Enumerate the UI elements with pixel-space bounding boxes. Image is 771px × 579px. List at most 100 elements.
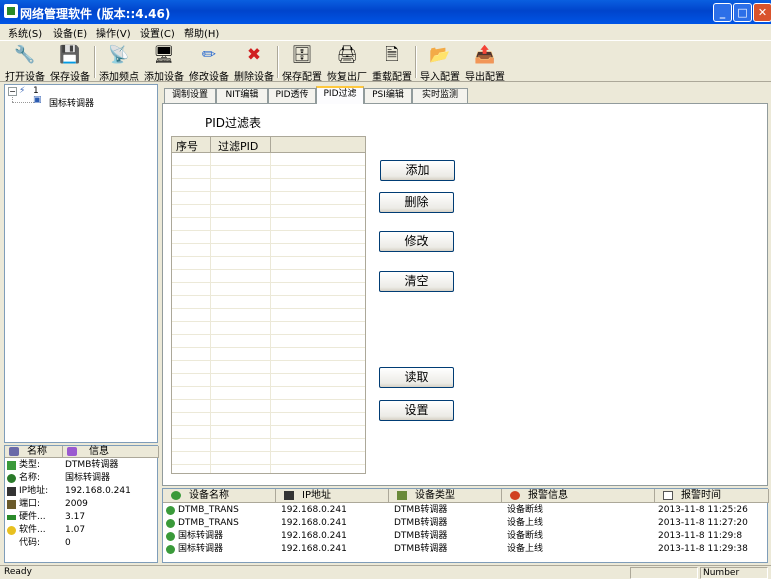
tab-psi-edit[interactable]: PSI编辑 — [364, 88, 412, 103]
pid-table-row[interactable] — [172, 257, 365, 270]
import-config-button[interactable]: 📂 导入配置 — [418, 43, 462, 83]
alarm-row[interactable]: DTMB_TRANS 192.168.0.241 DTMB转调器 设备断线 20… — [163, 504, 769, 517]
grid-divider — [270, 166, 271, 179]
alarm-time: 2013-11-8 11:29:38 — [658, 544, 748, 554]
alarm-row[interactable]: DTMB_TRANS 192.168.0.241 DTMB转调器 设备上线 20… — [163, 517, 769, 530]
props-header-info[interactable]: 信息 — [63, 446, 159, 458]
pid-table-row[interactable] — [172, 400, 365, 413]
pid-table-row[interactable] — [172, 296, 365, 309]
collapse-toggle-icon[interactable]: − — [8, 87, 17, 96]
pid-table-row[interactable] — [172, 153, 365, 166]
add-button[interactable]: 添加 — [380, 160, 455, 181]
clear-button[interactable]: 清空 — [379, 271, 454, 292]
read-button[interactable]: 读取 — [379, 367, 454, 388]
pid-table-row[interactable] — [172, 465, 365, 473]
pid-table-row[interactable] — [172, 426, 365, 439]
pid-table-row[interactable] — [172, 192, 365, 205]
pid-table-row[interactable] — [172, 387, 365, 400]
save-config-button[interactable]: 🗄 保存配置 — [280, 43, 324, 83]
grid-divider — [210, 166, 211, 179]
add-frequency-button[interactable]: 📡 添加频点 — [97, 43, 141, 83]
tab-modulation[interactable]: 调制设置 — [164, 88, 216, 103]
pid-table-row[interactable] — [172, 439, 365, 452]
reload-config-button[interactable]: 🗎 重载配置 — [370, 43, 414, 83]
pid-table-row[interactable] — [172, 374, 365, 387]
alarm-device: DTMB_TRANS — [178, 505, 239, 515]
pid-table-row[interactable] — [172, 231, 365, 244]
toolbar-label: 添加频点 — [99, 72, 139, 83]
grid-divider — [210, 179, 211, 192]
alarm-row[interactable]: 国标转调器 192.168.0.241 DTMB转调器 设备上线 2013-11… — [163, 543, 769, 556]
tab-realtime-monitor[interactable]: 实时监测 — [412, 88, 468, 103]
props-header-name[interactable]: 名称 — [5, 446, 63, 458]
maximize-button[interactable]: □ — [733, 3, 752, 22]
column-divider — [270, 137, 271, 153]
grid-divider — [210, 244, 211, 257]
status-pane — [630, 567, 698, 579]
pid-table-row[interactable] — [172, 361, 365, 374]
pid-table-row[interactable] — [172, 270, 365, 283]
pid-table-row[interactable] — [172, 452, 365, 465]
tab-nit-edit[interactable]: NIT编辑 — [216, 88, 268, 103]
save-device-button[interactable]: 💾 保存设备 — [48, 43, 92, 83]
set-button[interactable]: 设置 — [379, 400, 454, 421]
pid-table-row[interactable] — [172, 335, 365, 348]
grid-divider — [270, 283, 271, 296]
toolbar-label: 恢复出厂 — [327, 72, 367, 83]
delete-button[interactable]: 删除 — [379, 192, 454, 213]
close-button[interactable]: ✕ — [753, 3, 771, 22]
prop-key: 端口: — [19, 499, 41, 509]
pid-table-row[interactable] — [172, 244, 365, 257]
tree-child[interactable]: 国标转调器 — [49, 96, 94, 109]
prop-value: 0 — [65, 538, 71, 548]
alarm-header-info[interactable]: 报警信息 — [502, 489, 655, 503]
menu-operate[interactable]: 操作(V) — [96, 25, 131, 40]
device-status-icon — [166, 519, 175, 528]
menu-settings[interactable]: 设置(C) — [140, 25, 175, 40]
pid-table-row[interactable] — [172, 283, 365, 296]
minimize-button[interactable]: _ — [713, 3, 732, 22]
edit-device-button[interactable]: ✏ 修改设备 — [187, 43, 231, 83]
pid-table-row[interactable] — [172, 179, 365, 192]
menu-device[interactable]: 设备(E) — [53, 25, 87, 40]
toolbar-label: 重载配置 — [372, 72, 412, 83]
open-device-button[interactable]: 🔧 打开设备 — [3, 43, 47, 83]
pid-table-row[interactable] — [172, 309, 365, 322]
pid-filter-table[interactable]: 序号 过滤PID — [171, 136, 366, 474]
alarm-header-type[interactable]: 设备类型 — [389, 489, 502, 503]
factory-reset-button[interactable]: 🖨 恢复出厂 — [325, 43, 369, 83]
grid-divider — [270, 231, 271, 244]
pid-table-row[interactable] — [172, 166, 365, 179]
alarm-row[interactable]: 国标转调器 192.168.0.241 DTMB转调器 设备断线 2013-11… — [163, 530, 769, 543]
app-icon — [4, 4, 18, 18]
alarm-header-time[interactable]: 报警时间 — [655, 489, 769, 503]
grid-divider — [270, 244, 271, 257]
pid-table-row[interactable] — [172, 413, 365, 426]
grid-divider — [210, 296, 211, 309]
tab-pid-filter[interactable]: PID过滤 — [316, 86, 364, 104]
tab-pid-passthrough[interactable]: PID透传 — [268, 88, 316, 103]
modify-button[interactable]: 修改 — [379, 231, 454, 252]
menu-system[interactable]: 系统(S) — [8, 25, 42, 40]
pid-table-row[interactable] — [172, 322, 365, 335]
pid-table-row[interactable] — [172, 205, 365, 218]
delete-device-button[interactable]: ✖ 删除设备 — [232, 43, 276, 83]
pid-filter-title: PID过滤表 — [205, 116, 262, 130]
pid-table-row[interactable] — [172, 218, 365, 231]
grid-divider — [270, 153, 271, 166]
open-device-icon: 🔧 — [14, 45, 36, 65]
window-title: 网络管理软件 (版本::4.46) — [20, 7, 171, 21]
status-pane-number: Number — [700, 567, 768, 579]
col-index-header[interactable]: 序号 — [176, 138, 198, 154]
alarm-header-ip[interactable]: IP地址 — [276, 489, 389, 503]
props-header-info-label: 信息 — [89, 446, 109, 457]
export-config-button[interactable]: 📤 导出配置 — [463, 43, 507, 83]
pid-table-row[interactable] — [172, 348, 365, 361]
add-device-button[interactable]: 🖥 添加设备 — [142, 43, 186, 83]
alarm-header-device[interactable]: 设备名称 — [163, 489, 276, 503]
menu-help[interactable]: 帮助(H) — [184, 25, 219, 40]
col-pid-header[interactable]: 过滤PID — [218, 138, 258, 154]
device-tree[interactable]: − ⚡ 1 ▣ 国标转调器 — [4, 84, 158, 443]
alarm-ip: 192.168.0.241 — [281, 505, 347, 515]
prop-row: 端口: 2009 — [5, 498, 159, 510]
